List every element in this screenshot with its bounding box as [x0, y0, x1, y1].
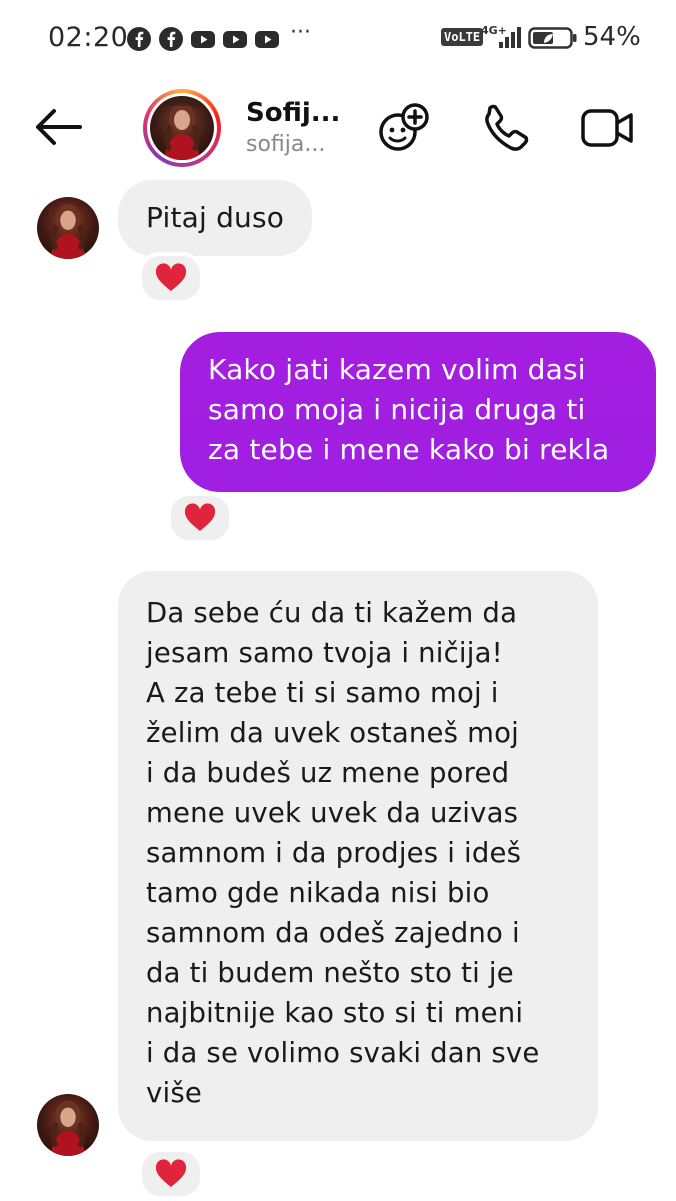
heart-icon — [184, 503, 216, 531]
more-notifications-indicator: ··· — [290, 20, 311, 45]
received-message-bubble[interactable]: Da sebe ću da ti kažem da jesam samo tvo… — [118, 571, 598, 1141]
back-button[interactable] — [30, 102, 86, 152]
message-reaction[interactable] — [138, 1148, 204, 1200]
heart-icon — [155, 263, 187, 291]
message-reaction[interactable] — [167, 492, 233, 544]
clock: 02:20 — [48, 22, 129, 53]
contact-avatar — [150, 96, 214, 160]
message-reaction[interactable] — [138, 252, 204, 304]
youtube-icon — [222, 26, 248, 52]
signal-icon — [498, 24, 522, 54]
facebook-icon — [158, 26, 184, 52]
video-call-button[interactable] — [578, 98, 638, 158]
notification-icons — [126, 26, 280, 52]
received-message-bubble[interactable]: Pitaj duso — [118, 180, 313, 256]
contact-avatar-with-story-ring[interactable] — [143, 89, 221, 167]
sender-avatar[interactable] — [37, 197, 99, 259]
youtube-icon — [254, 26, 280, 52]
youtube-icon — [190, 26, 216, 52]
instagram-dm-screen: 02:20 ··· VoLTE 4G+ 54% Sofij... sofija.… — [0, 0, 676, 1201]
status-bar: 02:20 ··· VoLTE 4G+ 54% — [0, 0, 676, 78]
battery-icon — [528, 26, 578, 54]
contact-username[interactable]: sofija... — [246, 132, 325, 157]
battery-percentage: 54% — [583, 22, 641, 52]
back-arrow-icon — [36, 109, 82, 145]
contact-name[interactable]: Sofij... — [246, 98, 340, 128]
audio-call-button[interactable] — [476, 98, 536, 158]
heart-icon — [155, 1159, 187, 1187]
add-effect-icon — [379, 103, 429, 151]
volte-badge: VoLTE — [441, 28, 484, 46]
chat-header: Sofij... sofija... — [0, 80, 676, 180]
video-camera-icon — [581, 109, 633, 147]
facebook-icon — [126, 26, 152, 52]
sender-avatar[interactable] — [37, 1094, 99, 1156]
sent-message-bubble[interactable]: Kako jati kazem volim dasi samo moja i n… — [180, 332, 656, 492]
phone-icon — [485, 104, 529, 151]
effects-button[interactable] — [374, 98, 434, 158]
